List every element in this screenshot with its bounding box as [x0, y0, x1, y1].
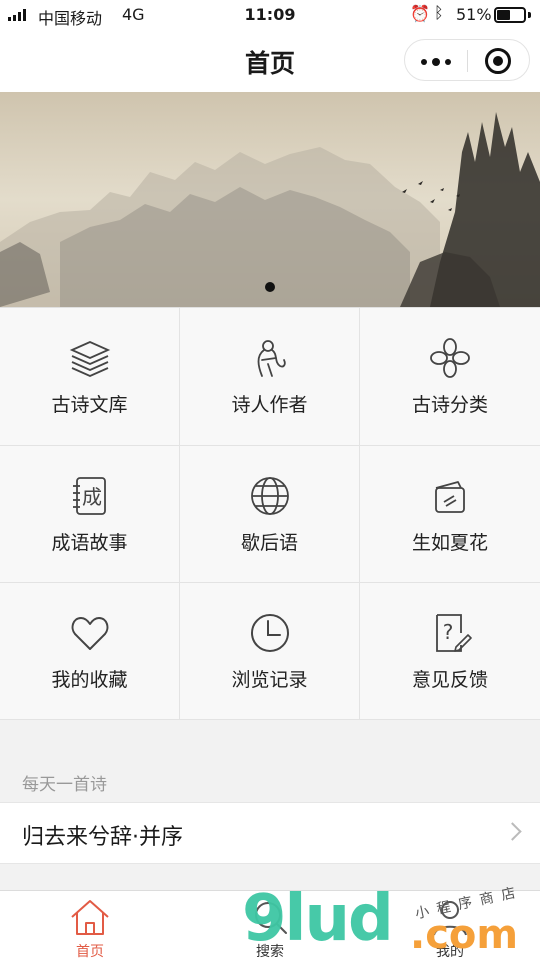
menu-item-feedback[interactable]: ? 意见反馈 [360, 583, 540, 720]
home-icon [71, 900, 109, 935]
nav-bar: 首页 [0, 30, 540, 92]
daily-poem-section-label: 每天一首诗 [22, 775, 107, 795]
cards-icon [435, 481, 465, 513]
menu-item-summer-flowers[interactable]: 生如夏花 [360, 446, 540, 583]
menu-item-label: 成语故事 [51, 532, 128, 554]
notebook-cheng-icon: 成 [73, 477, 106, 515]
chevron-right-icon [503, 822, 522, 841]
tab-label: 首页 [76, 944, 104, 960]
menu-item-label: 诗人作者 [231, 394, 308, 416]
menu-item-label: 我的收藏 [51, 669, 128, 691]
menu-item-xiehouyu[interactable]: 歇后语 [180, 446, 360, 583]
tab-profile[interactable]: 我的 [360, 891, 540, 960]
clock-icon [251, 614, 289, 652]
daily-poem-title: 归去来兮辞·并序 [22, 825, 183, 850]
menu-item-favorites[interactable]: 我的收藏 [0, 583, 180, 720]
battery-tip [528, 12, 531, 18]
search-icon [255, 902, 287, 934]
menu-item-history[interactable]: 浏览记录 [180, 583, 360, 720]
tab-label: 我的 [436, 944, 464, 960]
menu-item-label: 生如夏花 [411, 532, 488, 554]
mini-program-capsule [404, 39, 530, 81]
svg-text:?: ? [443, 620, 454, 644]
capsule-divider [467, 50, 468, 72]
alarm-clock-icon: ⏰ [410, 4, 430, 23]
clover-icon [430, 338, 470, 378]
stack-layers-icon [69, 341, 111, 377]
tab-label: 搜索 [256, 944, 284, 960]
carrier-name: 中国移动 [38, 9, 103, 28]
tab-search[interactable]: 搜索 [180, 891, 360, 960]
battery-percent: 51% [456, 5, 492, 24]
bluetooth-icon: ᛒ [434, 3, 444, 22]
daily-poem-row[interactable]: 归去来兮辞·并序 [0, 802, 540, 864]
network-type: 4G [122, 5, 145, 24]
tab-home[interactable]: 首页 [0, 891, 180, 960]
menu-item-label: 浏览记录 [231, 669, 308, 691]
more-dots-icon[interactable] [421, 58, 455, 66]
svg-text:成: 成 [82, 485, 102, 509]
menu-item-label: 古诗文库 [51, 394, 128, 416]
menu-item-poetry-library[interactable]: 古诗文库 [0, 308, 180, 446]
menu-item-label: 古诗分类 [411, 394, 488, 416]
menu-item-label: 意见反馈 [411, 669, 488, 691]
globe-icon [251, 477, 289, 515]
menu-item-label: 歇后语 [240, 532, 298, 554]
poet-figure-icon [257, 340, 286, 377]
tab-bar: 首页 搜索 我的 [0, 890, 540, 960]
menu-grid: 古诗文库 诗人作者 古诗分类 成 成语故事 歇后语 生如夏花 我的收藏 浏览记录… [0, 307, 540, 720]
battery-icon [494, 7, 526, 23]
signal-strength-icon [8, 9, 26, 21]
ink-wash-landscape-image [0, 92, 540, 307]
banner-carousel[interactable] [0, 92, 540, 307]
status-bar: 中国移动 4G 11:09 ⏰ ᛒ 51% [0, 0, 540, 30]
carousel-indicator-dot[interactable] [265, 282, 275, 292]
profile-icon [433, 901, 467, 936]
menu-item-poetry-categories[interactable]: 古诗分类 [360, 308, 540, 446]
feedback-question-icon: ? [436, 614, 472, 652]
menu-item-poets[interactable]: 诗人作者 [180, 308, 360, 446]
heart-icon [71, 617, 109, 650]
mini-program-close-icon[interactable] [485, 48, 511, 74]
menu-item-idiom-stories[interactable]: 成 成语故事 [0, 446, 180, 583]
